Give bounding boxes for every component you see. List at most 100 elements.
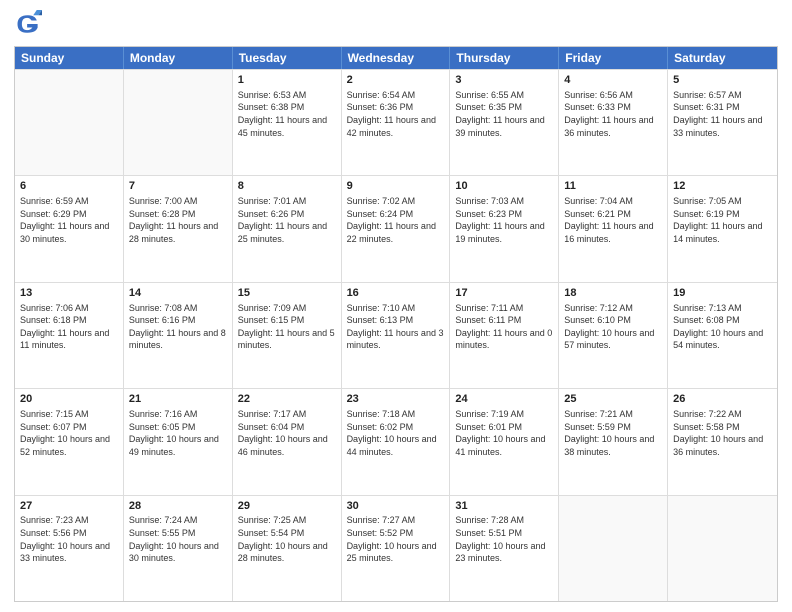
day-number: 7 [129,179,227,194]
day-number: 21 [129,392,227,407]
cell-info: Sunrise: 7:19 AM Sunset: 6:01 PM Dayligh… [455,408,553,458]
calendar-cell: 14Sunrise: 7:08 AM Sunset: 6:16 PM Dayli… [124,283,233,388]
cell-info: Sunrise: 7:04 AM Sunset: 6:21 PM Dayligh… [564,195,662,245]
calendar-cell: 19Sunrise: 7:13 AM Sunset: 6:08 PM Dayli… [668,283,777,388]
day-number: 29 [238,499,336,514]
cell-info: Sunrise: 7:08 AM Sunset: 6:16 PM Dayligh… [129,302,227,352]
calendar-cell: 8Sunrise: 7:01 AM Sunset: 6:26 PM Daylig… [233,176,342,281]
calendar-cell: 30Sunrise: 7:27 AM Sunset: 5:52 PM Dayli… [342,496,451,601]
cell-info: Sunrise: 6:53 AM Sunset: 6:38 PM Dayligh… [238,89,336,139]
calendar-row-4: 27Sunrise: 7:23 AM Sunset: 5:56 PM Dayli… [15,495,777,601]
calendar-body: 1Sunrise: 6:53 AM Sunset: 6:38 PM Daylig… [15,69,777,601]
calendar-cell [124,70,233,175]
calendar-cell: 25Sunrise: 7:21 AM Sunset: 5:59 PM Dayli… [559,389,668,494]
calendar-row-3: 20Sunrise: 7:15 AM Sunset: 6:07 PM Dayli… [15,388,777,494]
calendar-cell: 20Sunrise: 7:15 AM Sunset: 6:07 PM Dayli… [15,389,124,494]
cell-info: Sunrise: 7:24 AM Sunset: 5:55 PM Dayligh… [129,514,227,564]
calendar-cell: 22Sunrise: 7:17 AM Sunset: 6:04 PM Dayli… [233,389,342,494]
day-number: 9 [347,179,445,194]
day-number: 23 [347,392,445,407]
cell-info: Sunrise: 7:12 AM Sunset: 6:10 PM Dayligh… [564,302,662,352]
cell-info: Sunrise: 7:03 AM Sunset: 6:23 PM Dayligh… [455,195,553,245]
calendar-cell: 13Sunrise: 7:06 AM Sunset: 6:18 PM Dayli… [15,283,124,388]
calendar-cell: 1Sunrise: 6:53 AM Sunset: 6:38 PM Daylig… [233,70,342,175]
calendar: SundayMondayTuesdayWednesdayThursdayFrid… [14,46,778,602]
calendar-cell: 7Sunrise: 7:00 AM Sunset: 6:28 PM Daylig… [124,176,233,281]
calendar-cell: 10Sunrise: 7:03 AM Sunset: 6:23 PM Dayli… [450,176,559,281]
cell-info: Sunrise: 7:00 AM Sunset: 6:28 PM Dayligh… [129,195,227,245]
page-header [14,10,778,38]
cell-info: Sunrise: 6:59 AM Sunset: 6:29 PM Dayligh… [20,195,118,245]
cell-info: Sunrise: 7:11 AM Sunset: 6:11 PM Dayligh… [455,302,553,352]
cell-info: Sunrise: 7:21 AM Sunset: 5:59 PM Dayligh… [564,408,662,458]
calendar-cell: 2Sunrise: 6:54 AM Sunset: 6:36 PM Daylig… [342,70,451,175]
day-number: 28 [129,499,227,514]
calendar-header: SundayMondayTuesdayWednesdayThursdayFrid… [15,47,777,69]
cell-info: Sunrise: 7:09 AM Sunset: 6:15 PM Dayligh… [238,302,336,352]
header-day-monday: Monday [124,47,233,69]
calendar-cell: 24Sunrise: 7:19 AM Sunset: 6:01 PM Dayli… [450,389,559,494]
day-number: 31 [455,499,553,514]
header-day-saturday: Saturday [668,47,777,69]
cell-info: Sunrise: 7:27 AM Sunset: 5:52 PM Dayligh… [347,514,445,564]
cell-info: Sunrise: 6:56 AM Sunset: 6:33 PM Dayligh… [564,89,662,139]
calendar-cell: 16Sunrise: 7:10 AM Sunset: 6:13 PM Dayli… [342,283,451,388]
cell-info: Sunrise: 6:57 AM Sunset: 6:31 PM Dayligh… [673,89,772,139]
calendar-cell: 26Sunrise: 7:22 AM Sunset: 5:58 PM Dayli… [668,389,777,494]
cell-info: Sunrise: 7:10 AM Sunset: 6:13 PM Dayligh… [347,302,445,352]
day-number: 1 [238,73,336,88]
day-number: 20 [20,392,118,407]
calendar-cell: 27Sunrise: 7:23 AM Sunset: 5:56 PM Dayli… [15,496,124,601]
day-number: 5 [673,73,772,88]
cell-info: Sunrise: 7:17 AM Sunset: 6:04 PM Dayligh… [238,408,336,458]
calendar-cell: 21Sunrise: 7:16 AM Sunset: 6:05 PM Dayli… [124,389,233,494]
cell-info: Sunrise: 7:05 AM Sunset: 6:19 PM Dayligh… [673,195,772,245]
cell-info: Sunrise: 7:28 AM Sunset: 5:51 PM Dayligh… [455,514,553,564]
calendar-cell: 5Sunrise: 6:57 AM Sunset: 6:31 PM Daylig… [668,70,777,175]
day-number: 10 [455,179,553,194]
day-number: 19 [673,286,772,301]
day-number: 15 [238,286,336,301]
calendar-cell: 11Sunrise: 7:04 AM Sunset: 6:21 PM Dayli… [559,176,668,281]
calendar-cell: 9Sunrise: 7:02 AM Sunset: 6:24 PM Daylig… [342,176,451,281]
cell-info: Sunrise: 6:54 AM Sunset: 6:36 PM Dayligh… [347,89,445,139]
day-number: 13 [20,286,118,301]
calendar-cell [559,496,668,601]
day-number: 16 [347,286,445,301]
cell-info: Sunrise: 7:25 AM Sunset: 5:54 PM Dayligh… [238,514,336,564]
day-number: 30 [347,499,445,514]
day-number: 8 [238,179,336,194]
day-number: 3 [455,73,553,88]
calendar-cell [668,496,777,601]
day-number: 26 [673,392,772,407]
cell-info: Sunrise: 7:06 AM Sunset: 6:18 PM Dayligh… [20,302,118,352]
day-number: 12 [673,179,772,194]
day-number: 24 [455,392,553,407]
day-number: 4 [564,73,662,88]
cell-info: Sunrise: 7:22 AM Sunset: 5:58 PM Dayligh… [673,408,772,458]
calendar-cell: 28Sunrise: 7:24 AM Sunset: 5:55 PM Dayli… [124,496,233,601]
day-number: 22 [238,392,336,407]
cell-info: Sunrise: 7:02 AM Sunset: 6:24 PM Dayligh… [347,195,445,245]
calendar-cell [15,70,124,175]
calendar-row-1: 6Sunrise: 6:59 AM Sunset: 6:29 PM Daylig… [15,175,777,281]
cell-info: Sunrise: 7:01 AM Sunset: 6:26 PM Dayligh… [238,195,336,245]
cell-info: Sunrise: 7:13 AM Sunset: 6:08 PM Dayligh… [673,302,772,352]
day-number: 17 [455,286,553,301]
calendar-cell: 15Sunrise: 7:09 AM Sunset: 6:15 PM Dayli… [233,283,342,388]
header-day-friday: Friday [559,47,668,69]
day-number: 6 [20,179,118,194]
header-day-thursday: Thursday [450,47,559,69]
day-number: 25 [564,392,662,407]
day-number: 11 [564,179,662,194]
day-number: 2 [347,73,445,88]
header-day-wednesday: Wednesday [342,47,451,69]
day-number: 27 [20,499,118,514]
header-day-tuesday: Tuesday [233,47,342,69]
day-number: 18 [564,286,662,301]
calendar-cell: 12Sunrise: 7:05 AM Sunset: 6:19 PM Dayli… [668,176,777,281]
calendar-cell: 23Sunrise: 7:18 AM Sunset: 6:02 PM Dayli… [342,389,451,494]
calendar-cell: 17Sunrise: 7:11 AM Sunset: 6:11 PM Dayli… [450,283,559,388]
day-number: 14 [129,286,227,301]
calendar-row-2: 13Sunrise: 7:06 AM Sunset: 6:18 PM Dayli… [15,282,777,388]
